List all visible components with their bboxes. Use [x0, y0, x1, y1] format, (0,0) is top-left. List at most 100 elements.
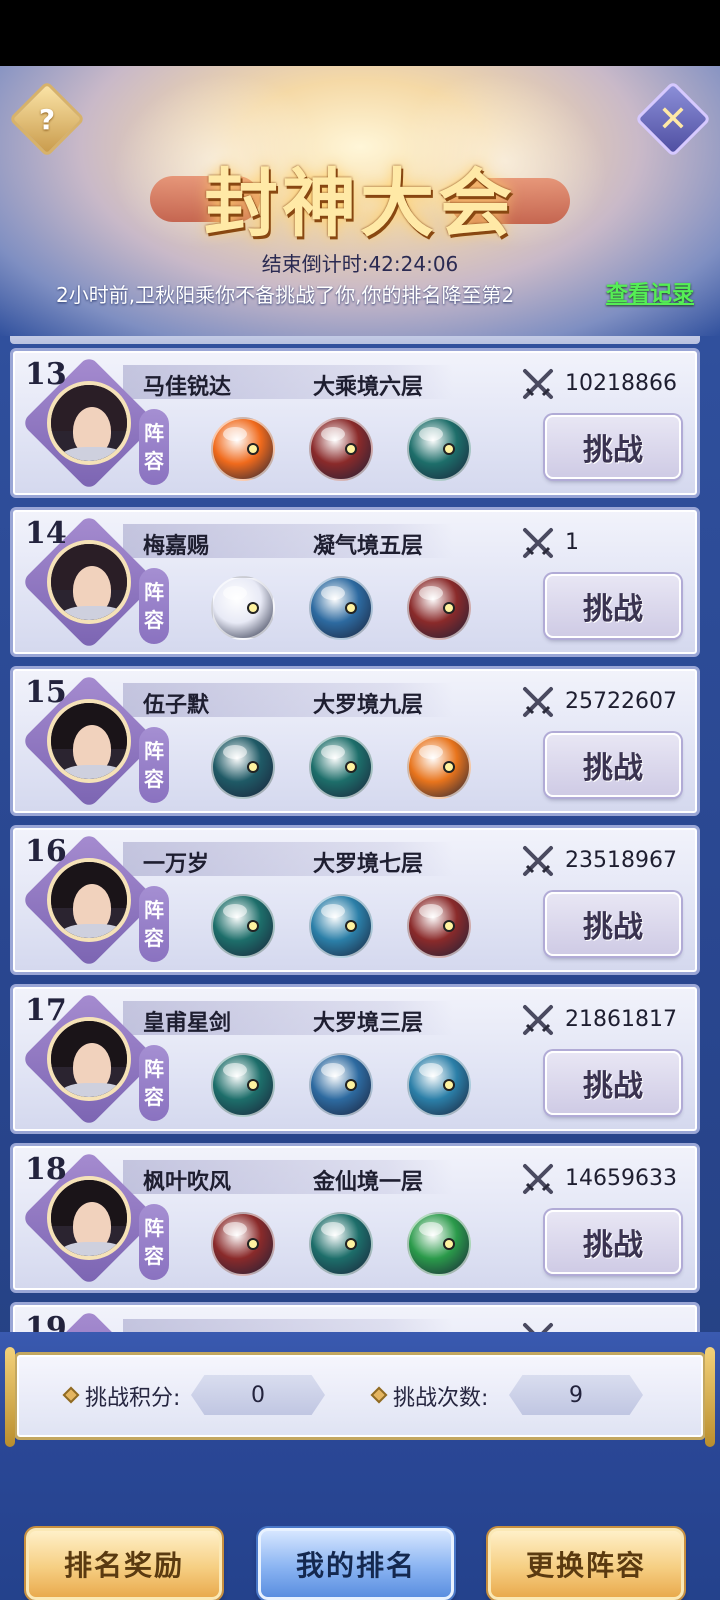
pet-shine — [223, 427, 247, 441]
pet-eye — [249, 922, 257, 930]
player-avatar[interactable] — [47, 699, 131, 783]
challenge-button[interactable]: 挑战 — [545, 1051, 681, 1115]
view-record-link[interactable]: 查看记录 — [606, 276, 694, 308]
player-avatar[interactable] — [47, 540, 131, 624]
pet-icon[interactable] — [407, 735, 471, 799]
lineup-tag-char: 阵 — [144, 580, 164, 604]
combat-power: 23518967 — [565, 848, 677, 873]
pet-shine — [419, 427, 443, 441]
pet-eye — [249, 445, 257, 453]
page-title: 封神大会 — [204, 161, 516, 247]
my-rank-button[interactable]: 我的排名 — [258, 1528, 454, 1600]
pet-icon[interactable] — [407, 417, 471, 481]
lineup-tag-char: 阵 — [144, 898, 164, 922]
pet-icon[interactable] — [211, 417, 275, 481]
change-lineup-button[interactable]: 更换阵容 — [488, 1528, 684, 1600]
pet-shine — [321, 586, 345, 600]
pet-eye — [249, 604, 257, 612]
lineup-tag-char: 容 — [144, 1085, 164, 1109]
pet-shine — [419, 586, 443, 600]
lineup-tag: 阵容 — [139, 409, 169, 485]
challenge-button[interactable]: 挑战 — [545, 574, 681, 638]
pet-shine — [321, 427, 345, 441]
player-name: 枫叶吹风 — [143, 1169, 232, 1195]
pet-icon[interactable] — [309, 894, 373, 958]
pet-icon[interactable] — [309, 576, 373, 640]
challenge-button[interactable]: 挑战 — [545, 733, 681, 797]
pet-icon[interactable] — [407, 1212, 471, 1276]
pet-icon[interactable] — [211, 735, 275, 799]
pet-shine — [223, 1063, 247, 1077]
crossed-swords-icon — [521, 1162, 555, 1196]
player-card: 16 一万岁 大罗境七层 23518967 阵容挑战 — [10, 825, 700, 975]
pet-icon[interactable] — [211, 894, 275, 958]
pet-icon[interactable] — [407, 894, 471, 958]
crossed-swords-icon — [521, 844, 555, 878]
stats-panel: 挑战积分: 0 挑战次数: 9 — [5, 1347, 715, 1447]
crossed-swords-icon — [521, 685, 555, 719]
status-bar — [0, 0, 720, 66]
cultivation-realm: 金仙境一层 — [313, 1169, 424, 1195]
crossed-swords-icon — [521, 367, 555, 401]
pet-eye — [347, 922, 355, 930]
pet-icon[interactable] — [309, 735, 373, 799]
pet-shine — [223, 586, 247, 600]
pet-eye — [249, 1240, 257, 1248]
player-card: 15 伍子默 大罗境九层 25722607 阵容挑战 — [10, 666, 700, 816]
pet-icon[interactable] — [309, 1053, 373, 1117]
player-name: 梅嘉赐 — [143, 533, 210, 559]
cultivation-realm: 大罗境三层 — [313, 1010, 424, 1036]
list-top-edge — [10, 336, 700, 344]
lineup-tag-char: 容 — [144, 926, 164, 950]
combat-power: 10218866 — [565, 371, 677, 396]
battle-notice: 2小时前,卫秋阳乘你不备挑战了你,你的排名降至第2 — [56, 283, 515, 307]
pet-shine — [321, 745, 345, 759]
pet-icon[interactable] — [211, 1212, 275, 1276]
pet-shine — [419, 1063, 443, 1077]
pet-icon[interactable] — [211, 576, 275, 640]
player-avatar[interactable] — [47, 381, 131, 465]
ranking-list[interactable]: 13 马佳锐达 大乘境六层 10218866 阵容挑战 14 梅嘉赐 凝气境五层 1 阵容挑战 15… — [10, 336, 710, 1416]
rank-rewards-button[interactable]: 排名奖励 — [26, 1528, 222, 1600]
pet-icon[interactable] — [211, 1053, 275, 1117]
challenge-button[interactable]: 挑战 — [545, 415, 681, 479]
lineup-tag-char: 阵 — [144, 1057, 164, 1081]
close-icon: ✕ — [657, 98, 689, 140]
pet-eye — [445, 445, 453, 453]
combat-power: 1 — [565, 530, 579, 555]
pet-eye — [347, 1240, 355, 1248]
pet-icon[interactable] — [309, 417, 373, 481]
question-mark-icon: ? — [38, 102, 56, 136]
challenge-button[interactable]: 挑战 — [545, 1210, 681, 1274]
combat-power: 14659633 — [565, 1166, 677, 1191]
lineup-tag-char: 阵 — [144, 739, 164, 763]
pet-icon[interactable] — [407, 576, 471, 640]
combat-power: 25722607 — [565, 689, 677, 714]
pet-shine — [321, 1063, 345, 1077]
player-card: 13 马佳锐达 大乘境六层 10218866 阵容挑战 — [10, 348, 700, 498]
pet-eye — [445, 1240, 453, 1248]
challenge-points-label: 挑战积分: — [85, 1386, 181, 1411]
player-avatar[interactable] — [47, 1017, 131, 1101]
cultivation-realm: 大罗境七层 — [313, 851, 424, 877]
pet-shine — [223, 1222, 247, 1236]
player-avatar[interactable] — [47, 1176, 131, 1260]
lineup-tag-char: 容 — [144, 449, 164, 473]
pet-icon[interactable] — [407, 1053, 471, 1117]
player-name: 一万岁 — [143, 851, 210, 877]
player-avatar[interactable] — [47, 858, 131, 942]
diamond-icon — [370, 1386, 388, 1404]
combat-power: 21861817 — [565, 1007, 677, 1032]
lineup-tag: 阵容 — [139, 886, 169, 962]
crossed-swords-icon — [521, 526, 555, 560]
challenge-button[interactable]: 挑战 — [545, 892, 681, 956]
cultivation-realm: 凝气境五层 — [313, 533, 424, 559]
pet-icon[interactable] — [309, 1212, 373, 1276]
bottom-panel: 挑战积分: 0 挑战次数: 9 排名奖励 我的排名 更换阵容 — [0, 1332, 720, 1600]
pet-eye — [249, 1081, 257, 1089]
pet-shine — [419, 904, 443, 918]
pet-eye — [347, 604, 355, 612]
player-name: 皇甫星剑 — [143, 1010, 232, 1036]
player-card: 17 皇甫星剑 大罗境三层 21861817 阵容挑战 — [10, 984, 700, 1134]
pet-eye — [347, 1081, 355, 1089]
